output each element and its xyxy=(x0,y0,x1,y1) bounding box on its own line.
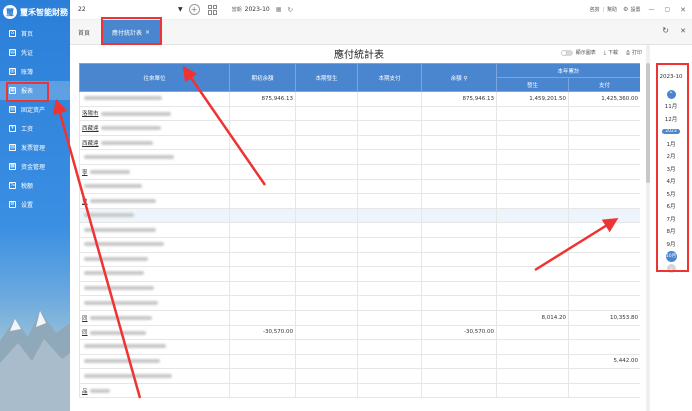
annotation-arrows xyxy=(52,65,619,399)
